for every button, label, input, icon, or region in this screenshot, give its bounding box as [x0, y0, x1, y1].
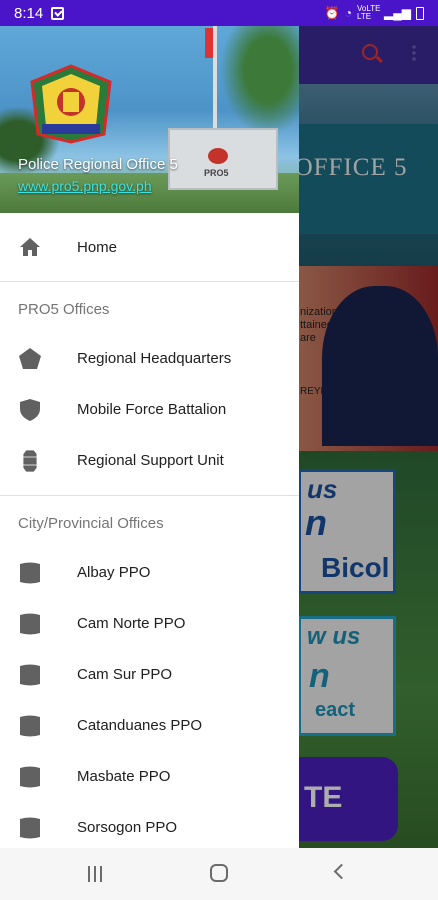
menu-item-label: Regional Headquarters — [77, 350, 232, 367]
patch-icon — [20, 817, 40, 839]
header-building: PRO5 — [168, 128, 278, 190]
header-palm — [220, 26, 299, 136]
drawer-menu: Home PRO5 Offices Regional Headquarters … — [0, 213, 299, 848]
menu-item-label: Home — [77, 239, 118, 256]
shield-icon — [20, 399, 40, 421]
menu-item-regional-support-unit[interactable]: Regional Support Unit — [0, 436, 299, 487]
system-nav-bar — [0, 848, 438, 900]
patch-icon — [20, 613, 40, 635]
header-title: Police Regional Office 5 — [18, 156, 178, 173]
menu-item-label: Regional Support Unit — [77, 452, 224, 469]
home-button-icon[interactable] — [210, 864, 228, 882]
menu-item-catanduanes-ppo[interactable]: Catanduanes PPO — [0, 701, 299, 752]
patch-icon — [20, 715, 40, 737]
back-icon[interactable] — [333, 863, 350, 880]
menu-item-label: Mobile Force Battalion — [77, 401, 227, 418]
flag — [205, 28, 213, 58]
patch-icon — [20, 664, 40, 686]
building-emblem — [208, 148, 228, 164]
menu-item-label: Albay PPO — [77, 564, 151, 581]
status-time: 8:14 — [14, 4, 44, 22]
menu-item-label: Cam Sur PPO — [77, 666, 173, 683]
menu-item-masbate-ppo[interactable]: Masbate PPO — [0, 752, 299, 803]
menu-item-regional-headquarters[interactable]: Regional Headquarters — [0, 334, 299, 385]
menu-item-sorsogon-ppo[interactable]: Sorsogon PPO — [0, 803, 299, 848]
menu-item-cam-sur-ppo[interactable]: Cam Sur PPO — [0, 650, 299, 701]
wifi-icon: ◔ — [344, 6, 353, 20]
badge-icon — [22, 449, 38, 473]
menu-item-albay-ppo[interactable]: Albay PPO — [0, 548, 299, 599]
menu-item-cam-norte-ppo[interactable]: Cam Norte PPO — [0, 599, 299, 650]
section-title-text: PRO5 Offices — [18, 301, 110, 318]
navigation-drawer: PRO5 Police Regional Office 5 www.pro5.p… — [0, 26, 299, 848]
signal-icon: ▂▄▆ — [384, 6, 411, 20]
alarm-icon: ⏰ — [324, 6, 340, 20]
menu-item-mobile-force-battalion[interactable]: Mobile Force Battalion — [0, 385, 299, 436]
flag-pole — [213, 26, 217, 138]
patch-icon — [20, 766, 40, 788]
menu-item-label: Masbate PPO — [77, 768, 171, 785]
home-icon — [20, 238, 40, 256]
menu-item-home[interactable]: Home — [0, 213, 299, 281]
section-title: PRO5 Offices — [0, 282, 299, 334]
recents-icon[interactable] — [88, 866, 104, 882]
drawer-header: PRO5 Police Regional Office 5 www.pro5.p… — [0, 26, 299, 213]
network-type: VoLTE LTE — [357, 4, 381, 21]
status-bar: 8:14 ⏰ ◔ VoLTE LTE ▂▄▆ — [0, 0, 438, 26]
menu-item-label: Cam Norte PPO — [77, 615, 186, 632]
menu-item-label: Catanduanes PPO — [77, 717, 203, 734]
pro5-logo — [30, 64, 112, 144]
menu-item-label: Sorsogon PPO — [77, 819, 178, 836]
pentagon-icon — [19, 348, 41, 369]
section-title-text: City/Provincial Offices — [18, 515, 164, 532]
section-title: City/Provincial Offices — [0, 496, 299, 548]
battery-icon — [416, 6, 424, 20]
building-label: PRO5 — [204, 168, 229, 178]
patch-icon — [20, 562, 40, 584]
header-url-link[interactable]: www.pro5.pnp.gov.ph — [18, 178, 152, 194]
notification-icon — [51, 6, 65, 20]
